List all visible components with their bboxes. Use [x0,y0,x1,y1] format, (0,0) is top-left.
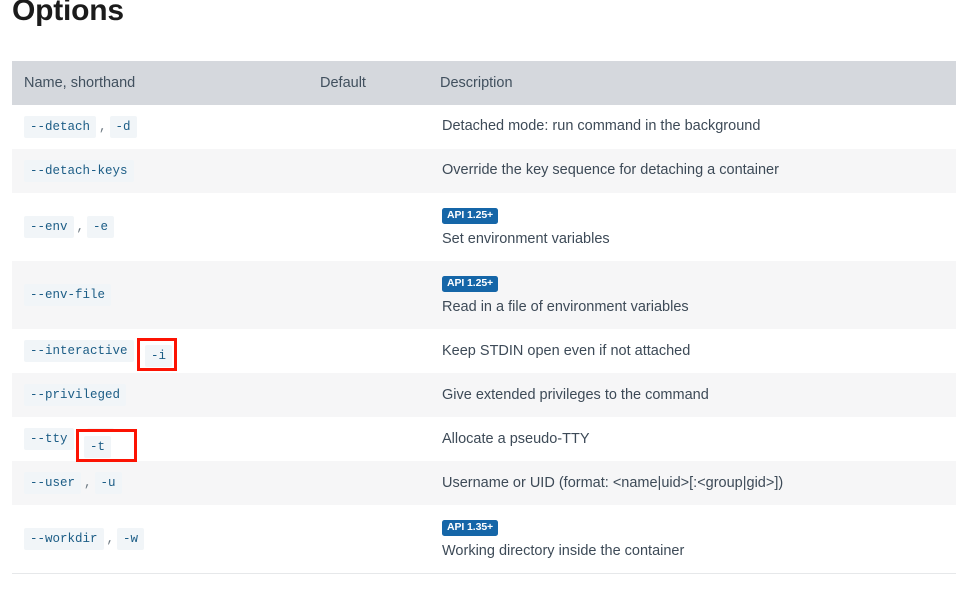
api-badge-line: API 1.25+ [442,204,946,229]
option-description-text: Allocate a pseudo-TTY [442,430,590,447]
column-header-description: Description [430,61,956,105]
option-name-cell: --workdir, -w [12,505,310,575]
option-flag-code: --detach [24,116,97,138]
table-row: --env, -e API 1.25+ Set environment variabl… [12,193,956,262]
option-description-cell: Override the key sequence for detaching … [430,149,956,193]
highlighted-shorthand-code: -i [145,345,173,367]
option-name-cell: --detach-keys [12,149,310,193]
api-version-badge: API 1.25+ [442,276,499,293]
option-description-cell: API 1.25+ Read in a file of environment v… [430,261,956,329]
options-table: Name, shorthand Default Description --de… [12,61,956,575]
option-flag-code: --user [24,472,82,495]
option-description-text: Username or UID (format: <name|uid>[:<gr… [442,474,784,491]
option-description-text: Read in a file of environment variables [442,299,689,316]
option-description-text: Give extended privileges to the command [442,386,709,403]
table-header: Name, shorthand Default Description [12,61,956,105]
option-flag-code: --env [24,216,74,238]
api-badge-line: API 1.25+ [442,272,946,297]
table-row: --detach, -d Detached mode: run command in… [12,105,956,149]
option-shorthand-code: -d [109,116,137,138]
option-description-text: Working directory inside the container [442,543,685,560]
api-version-badge: API 1.35+ [442,520,499,537]
option-default-cell [310,417,430,461]
option-separator: , [106,532,115,547]
option-name-cell: --detach, -d [12,105,310,149]
option-separator: , [84,476,92,491]
option-description-text: Set environment variables [442,231,610,247]
option-description-cell: Allocate a pseudo-TTY [430,417,956,461]
option-description-cell: Keep STDIN open even if not attached [430,329,956,373]
option-separator: , [76,220,85,234]
option-description-text: Keep STDIN open even if not attached [442,342,691,359]
api-badge-line: API 1.35+ [442,516,946,541]
option-shorthand-code: -w [117,528,145,551]
option-default-cell [310,461,430,505]
option-description-cell: Give extended privileges to the command [430,373,956,417]
option-name-cell: --user, -u [12,461,310,505]
option-shorthand-code: -e [87,216,115,238]
option-default-cell [310,105,430,149]
column-header-name: Name, shorthand [12,61,310,105]
option-shorthand-code: -u [94,472,122,495]
table-row: --env-file API 1.25+ Read in a file of env… [12,261,956,330]
option-description-cell: Detached mode: run command in the backgr… [430,105,956,149]
highlighted-shorthand-code: -t [84,436,112,458]
option-flag-code: --detach-keys [24,160,134,182]
option-separator: , [99,120,107,134]
option-name-cell: --env, -e [12,193,310,261]
option-default-cell [310,505,430,575]
table-row: --tty,-t Allocate a pseudo-TTY [12,417,956,462]
option-description-cell: API 1.35+ Working directory inside the co… [430,505,956,575]
option-name-cell: --env-file [12,261,310,329]
column-header-default: Default [310,61,430,105]
option-name-cell: --tty,-t [12,417,310,461]
api-version-badge: API 1.25+ [442,208,499,224]
table-header-row: Name, shorthand Default Description [12,61,956,105]
option-description-cell: Username or UID (format: <name|uid>[:<gr… [430,461,956,505]
option-flag-code: --tty [24,428,74,451]
page-title: Options [12,0,124,27]
option-flag-code: --privileged [24,384,127,407]
option-default-cell [310,149,430,193]
options-page: Options Name, shorthand Default Descript… [0,0,970,597]
option-description-cell: API 1.25+ Set environment variables [430,193,956,261]
table-body: --detach, -d Detached mode: run command in… [12,105,956,575]
option-flag-code: --env-file [24,284,112,307]
option-default-cell [310,193,430,261]
option-description-text: Override the key sequence for detaching … [442,162,779,179]
table-row: --privileged Give extended privileges to … [12,373,956,418]
option-default-cell [310,261,430,329]
option-name-cell: --privileged [12,373,310,417]
table-row: --detach-keys Override the key sequence f… [12,149,956,193]
option-flag-code: --workdir [24,528,104,551]
option-default-cell [310,373,430,417]
option-description-text: Detached mode: run command in the backgr… [442,118,761,135]
table-row: --workdir, -w API 1.35+ Working directory i… [12,505,956,575]
table-row: --user, -u Username or UID (format: <name|… [12,461,956,506]
option-flag-code: --interactive [24,340,134,363]
option-default-cell [310,329,430,373]
